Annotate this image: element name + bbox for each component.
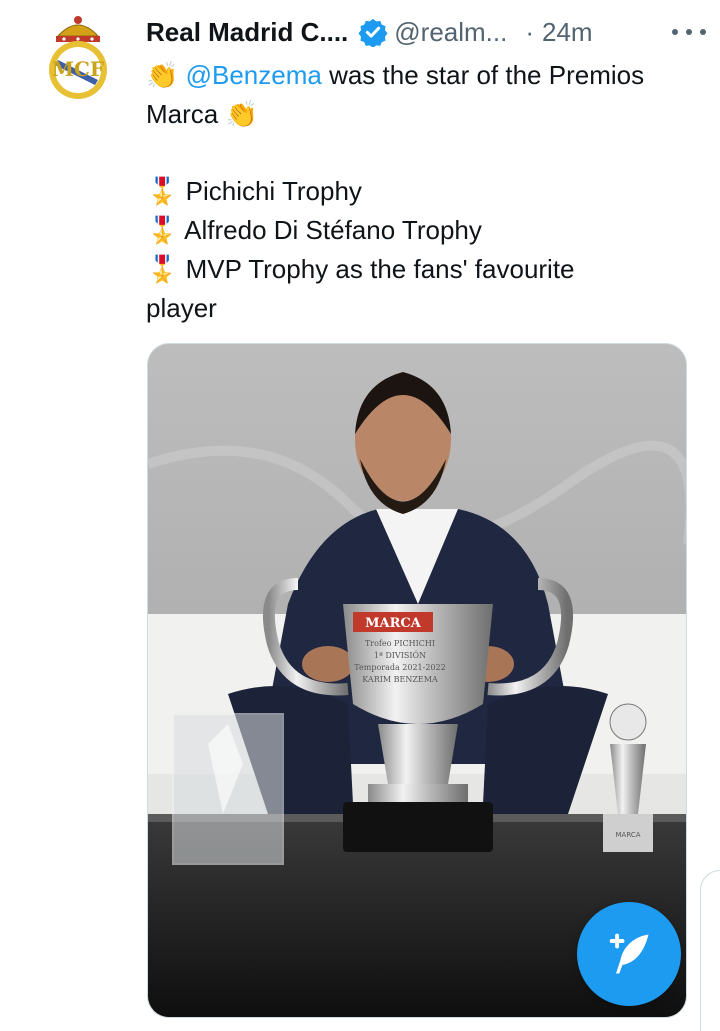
tweet-text: 👏 @Benzema was the star of the Premios M… (146, 56, 702, 327)
verified-badge-icon (358, 18, 388, 47)
real-madrid-crest-icon: MCF (49, 16, 107, 99)
plaque-line: KARIM BENZEMA (362, 675, 438, 684)
plaque-line: Trofeo PICHICHI (365, 639, 435, 648)
side-panel-edge (700, 870, 720, 1031)
trophy-item: 🎖️ Pichichi Trophy (146, 172, 702, 211)
trophy-item-label: MVP Trophy as the fans' favourite (185, 254, 575, 284)
medal-emoji: 🎖️ (146, 216, 179, 246)
tweet-timestamp[interactable]: 24m (542, 17, 593, 48)
plaque-line: 1ª DIVISIÓN (374, 651, 426, 660)
tweet-line-2-text: Marca (146, 99, 226, 129)
tweet-line-1: 👏 @Benzema was the star of the Premios (146, 56, 702, 95)
tweet-line-2: Marca 👏 (146, 95, 702, 134)
trophy-item: 🎖️ MVP Trophy as the fans' favourite (146, 250, 702, 289)
clap-emoji: 👏 (225, 100, 258, 130)
trophy-label: MARCA (365, 616, 422, 631)
plaque-line: Temporada 2021-2022 (354, 663, 445, 672)
clap-emoji: 👏 (146, 61, 179, 91)
medal-emoji: 🎖️ (146, 255, 179, 285)
tweet-line-1-text: was the star of the Premios (321, 60, 645, 90)
svg-text:MCF: MCF (52, 57, 104, 81)
medal-emoji: 🎖️ (146, 177, 179, 207)
compose-feather-icon (609, 933, 649, 974)
separator-dot: · (525, 16, 535, 47)
trophy-item-label: Pichichi Trophy (185, 176, 362, 206)
tweet-last-line: player (146, 293, 217, 323)
author-avatar[interactable]: MCF (44, 12, 112, 100)
tweet-header: Real Madrid C.... @realm... · 24m (146, 14, 706, 50)
author-handle[interactable]: @realm... (394, 17, 507, 48)
trophy-item: 🎖️ Alfredo Di Stéfano Trophy (146, 211, 702, 250)
compose-tweet-button[interactable] (577, 902, 681, 1006)
more-options-icon[interactable] (672, 20, 706, 44)
small-trophy-label: MARCA (615, 831, 640, 839)
mention-link[interactable]: @Benzema (186, 60, 322, 90)
trophy-item-label: Alfredo Di Stéfano Trophy (184, 215, 482, 245)
author-name[interactable]: Real Madrid C.... (146, 17, 348, 48)
